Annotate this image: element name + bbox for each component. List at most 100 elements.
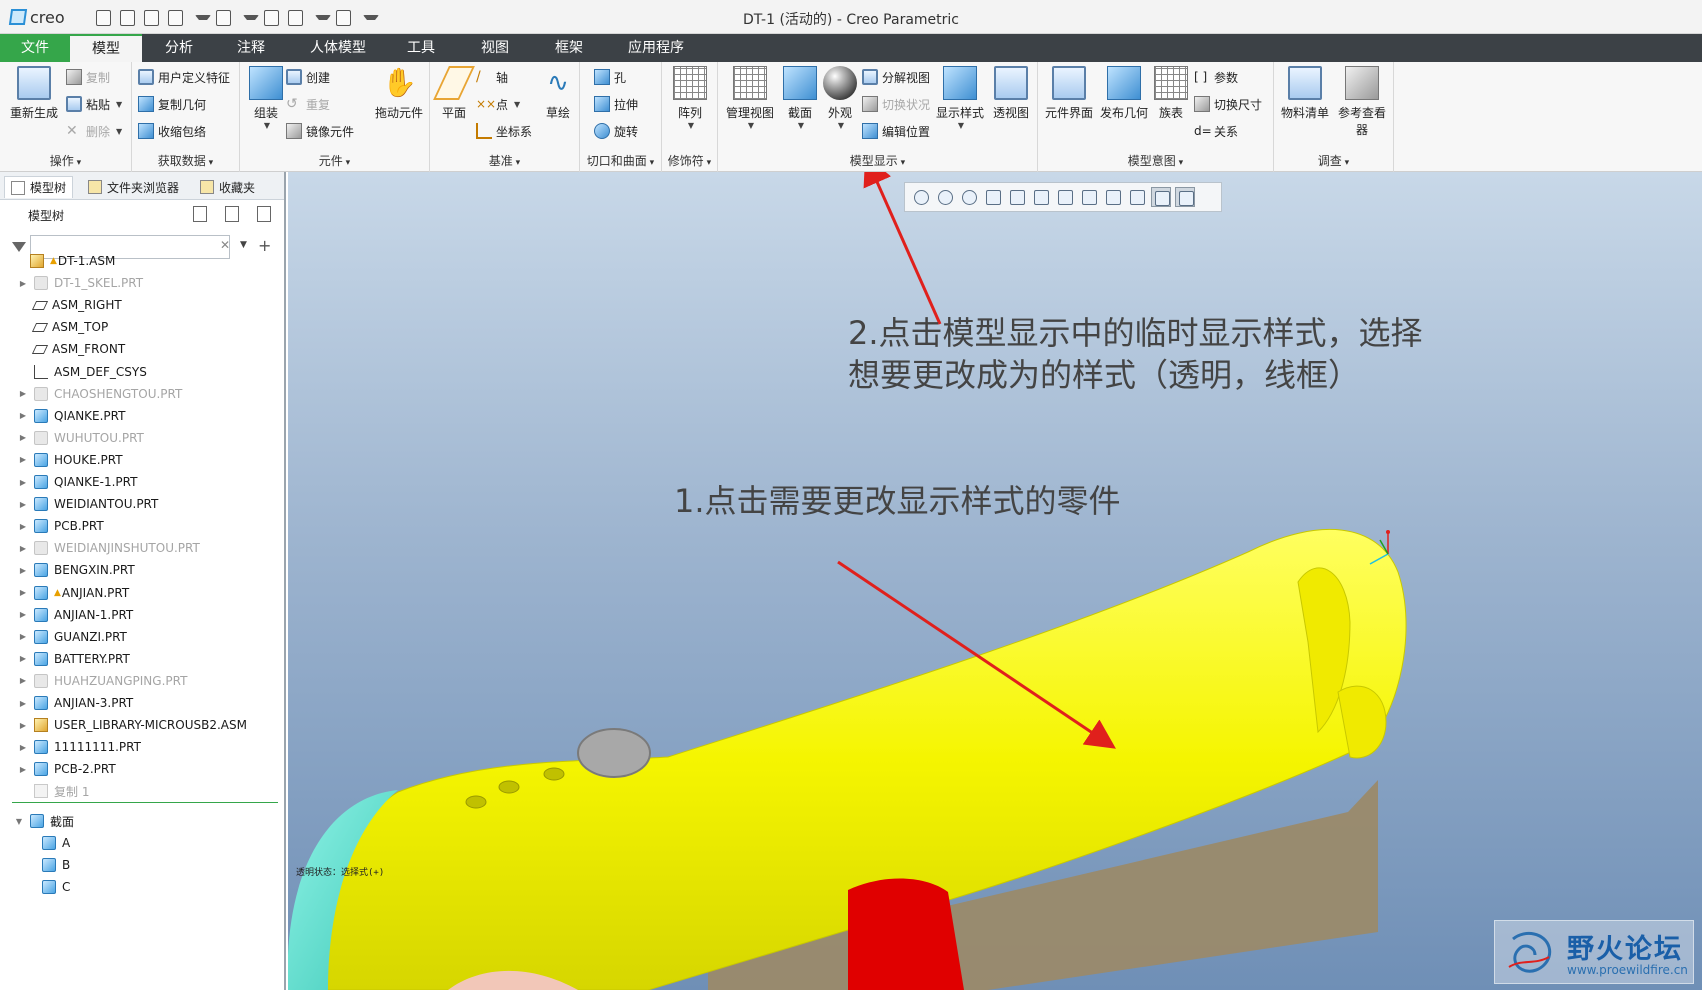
tree-item[interactable]: ▶ WEIDIANTOU.PRT (0, 493, 284, 515)
zoom-in-icon[interactable] (935, 187, 955, 207)
datum-display-icon[interactable] (1127, 187, 1147, 207)
switch-dimensions-button[interactable]: 切换尺寸 (1194, 93, 1262, 115)
expand-arrow-icon[interactable]: ▶ (18, 654, 28, 663)
tab-model-tree[interactable]: 模型树 (4, 176, 74, 198)
tree-item[interactable]: ▶ PCB.PRT (0, 515, 284, 537)
refit-icon[interactable] (911, 187, 931, 207)
expand-arrow-icon[interactable]: ▶ (18, 566, 28, 575)
paste-button[interactable]: 粘贴 ▼ (66, 93, 122, 115)
appearance-button[interactable]: 外观 ▼ (820, 66, 860, 130)
tree-item[interactable]: ▲ DT-1.ASM (0, 250, 284, 272)
copy-button[interactable]: 复制 (66, 66, 110, 88)
tab-analysis[interactable]: 分析 (146, 34, 212, 62)
expand-arrow-icon[interactable]: ▶ (18, 721, 28, 730)
expand-arrow-icon[interactable]: ▶ (18, 522, 28, 531)
hole-button[interactable]: 孔 (594, 66, 626, 88)
tab-file[interactable]: 文件 (0, 34, 70, 62)
expand-arrow-icon[interactable]: ▶ (18, 455, 28, 464)
expand-arrow-icon[interactable]: ▶ (18, 544, 28, 553)
group-label-modifier[interactable]: 修饰符 (662, 152, 717, 169)
expand-arrow-icon[interactable]: ▶ (18, 676, 28, 685)
component-interface-button[interactable]: 元件界面 (1042, 66, 1096, 121)
reference-viewer-button[interactable]: 参考查看器 (1334, 66, 1390, 138)
delete-button[interactable]: ✕ 删除 ▼ (66, 120, 122, 142)
sketch-button[interactable]: ∿ 草绘 (538, 66, 578, 121)
zoom-out-icon[interactable] (959, 187, 979, 207)
collapse-arrow-icon[interactable]: ▼ (14, 817, 24, 826)
section-item[interactable]: A (0, 832, 284, 854)
tab-model[interactable]: 模型 (70, 34, 142, 62)
shrinkwrap-button[interactable]: 收缩包络 (138, 120, 206, 142)
tree-item[interactable]: ▶ QIANKE-1.PRT (0, 471, 284, 493)
expand-arrow-icon[interactable]: ▶ (18, 743, 28, 752)
expand-arrow-icon[interactable]: ▶ (18, 588, 28, 597)
tree-filter-settings-icon[interactable] (254, 204, 274, 224)
tree-item[interactable]: ▶ HUAHZUANGPING.PRT (0, 670, 284, 692)
tab-view[interactable]: 视图 (462, 34, 528, 62)
drag-component-button[interactable]: ✋ 拖动元件 (370, 66, 428, 121)
section-item[interactable]: B (0, 854, 284, 876)
toggle-status-button[interactable]: 切换状况 (862, 93, 930, 115)
extrude-button[interactable]: 拉伸 (594, 93, 638, 115)
tab-favorites[interactable]: 收藏夹 (200, 176, 255, 198)
csys-button[interactable]: 坐标系 (476, 120, 532, 142)
expand-arrow-icon[interactable]: ▶ (18, 610, 28, 619)
tree-item[interactable]: ▶ CHAOSHENGTOU.PRT (0, 383, 284, 405)
tree-item[interactable]: ASM_DEF_CSYS (0, 361, 284, 383)
view-manager-icon[interactable] (1055, 187, 1075, 207)
group-label-datum[interactable]: 基准 (430, 152, 579, 169)
tree-item[interactable]: ▶ WUHUTOU.PRT (0, 427, 284, 449)
display-style-button[interactable]: 显示样式 ▼ (934, 66, 986, 130)
family-table-button[interactable]: 族表 (1152, 66, 1190, 121)
tree-item[interactable]: ▶ ANJIAN-3.PRT (0, 692, 284, 714)
tab-applications[interactable]: 应用程序 (614, 34, 698, 62)
filter-dropdown-icon[interactable]: ▼ (240, 240, 247, 250)
group-label-investigate[interactable]: 调查 (1274, 152, 1393, 169)
expand-arrow-icon[interactable]: ▶ (18, 433, 28, 442)
tree-item[interactable]: ▶ HOUKE.PRT (0, 449, 284, 471)
assemble-button[interactable]: 组装 ▼ (244, 66, 288, 130)
user-defined-feature-button[interactable]: 用户定义特征 (138, 66, 230, 88)
axis-button[interactable]: / 轴 (476, 66, 508, 88)
plane-button[interactable]: 平面 (433, 66, 475, 121)
expand-arrow-icon[interactable]: ▶ (18, 411, 28, 420)
tree-item[interactable]: ▶ WEIDIANJINSHUTOU.PRT (0, 537, 284, 559)
tree-item[interactable]: ▶ ▲ ANJIAN.PRT (0, 582, 284, 604)
group-label-model-intent[interactable]: 模型意图 (1038, 152, 1273, 169)
tree-item[interactable]: ASM_RIGHT (0, 294, 284, 316)
tree-item[interactable]: ASM_TOP (0, 316, 284, 338)
expand-arrow-icon[interactable]: ▶ (18, 478, 28, 487)
section-button[interactable]: 截面 ▼ (780, 66, 820, 130)
expand-arrow-icon[interactable]: ▶ (18, 389, 28, 398)
tree-item[interactable]: ▶ DT-1_SKEL.PRT (0, 272, 284, 294)
tab-framework[interactable]: 框架 (536, 34, 602, 62)
parameters-button[interactable]: [ ] 参数 (1194, 66, 1238, 88)
create-button[interactable]: 创建 (286, 66, 330, 88)
tree-columns-icon[interactable] (222, 204, 242, 224)
tab-annotate[interactable]: 注释 (218, 34, 284, 62)
explode-view-button[interactable]: 分解视图 (862, 66, 930, 88)
model-canvas[interactable] (288, 172, 1702, 990)
tab-tools[interactable]: 工具 (388, 34, 454, 62)
tree-item[interactable]: ▶ QIANKE.PRT (0, 405, 284, 427)
display-style-icon[interactable] (1103, 187, 1123, 207)
repeat-button[interactable]: ↺ 重复 (286, 93, 330, 115)
expand-arrow-icon[interactable]: ▶ (18, 500, 28, 509)
group-label-component[interactable]: 元件 (240, 152, 429, 169)
view-normal-icon[interactable] (1007, 187, 1027, 207)
publish-geometry-button[interactable]: 发布几何 (1098, 66, 1150, 121)
section-item[interactable]: C (0, 876, 284, 898)
tree-item[interactable]: ▶ ANJIAN-1.PRT (0, 604, 284, 626)
group-label-get-data[interactable]: 获取数据 (132, 152, 239, 169)
manage-views-button[interactable]: 管理视图 ▼ (722, 66, 778, 130)
tab-folder-browser[interactable]: 文件夹浏览器 (88, 176, 179, 198)
sections-node[interactable]: ▼ 截面 (0, 810, 284, 832)
expand-arrow-icon[interactable]: ▶ (18, 632, 28, 641)
tree-settings-icon[interactable] (190, 204, 210, 224)
group-label-operations[interactable]: 操作 (0, 152, 131, 169)
graphics-viewport[interactable]: 2.点击模型显示中的临时显示样式，选择 想要更改成为的样式（透明，线框） 1.点… (288, 172, 1702, 990)
relations-button[interactable]: d= 关系 (1194, 120, 1238, 142)
revolve-button[interactable]: 旋转 (594, 120, 638, 142)
mirror-component-button[interactable]: 镜像元件 (286, 120, 354, 142)
copy-geometry-button[interactable]: 复制几何 (138, 93, 206, 115)
